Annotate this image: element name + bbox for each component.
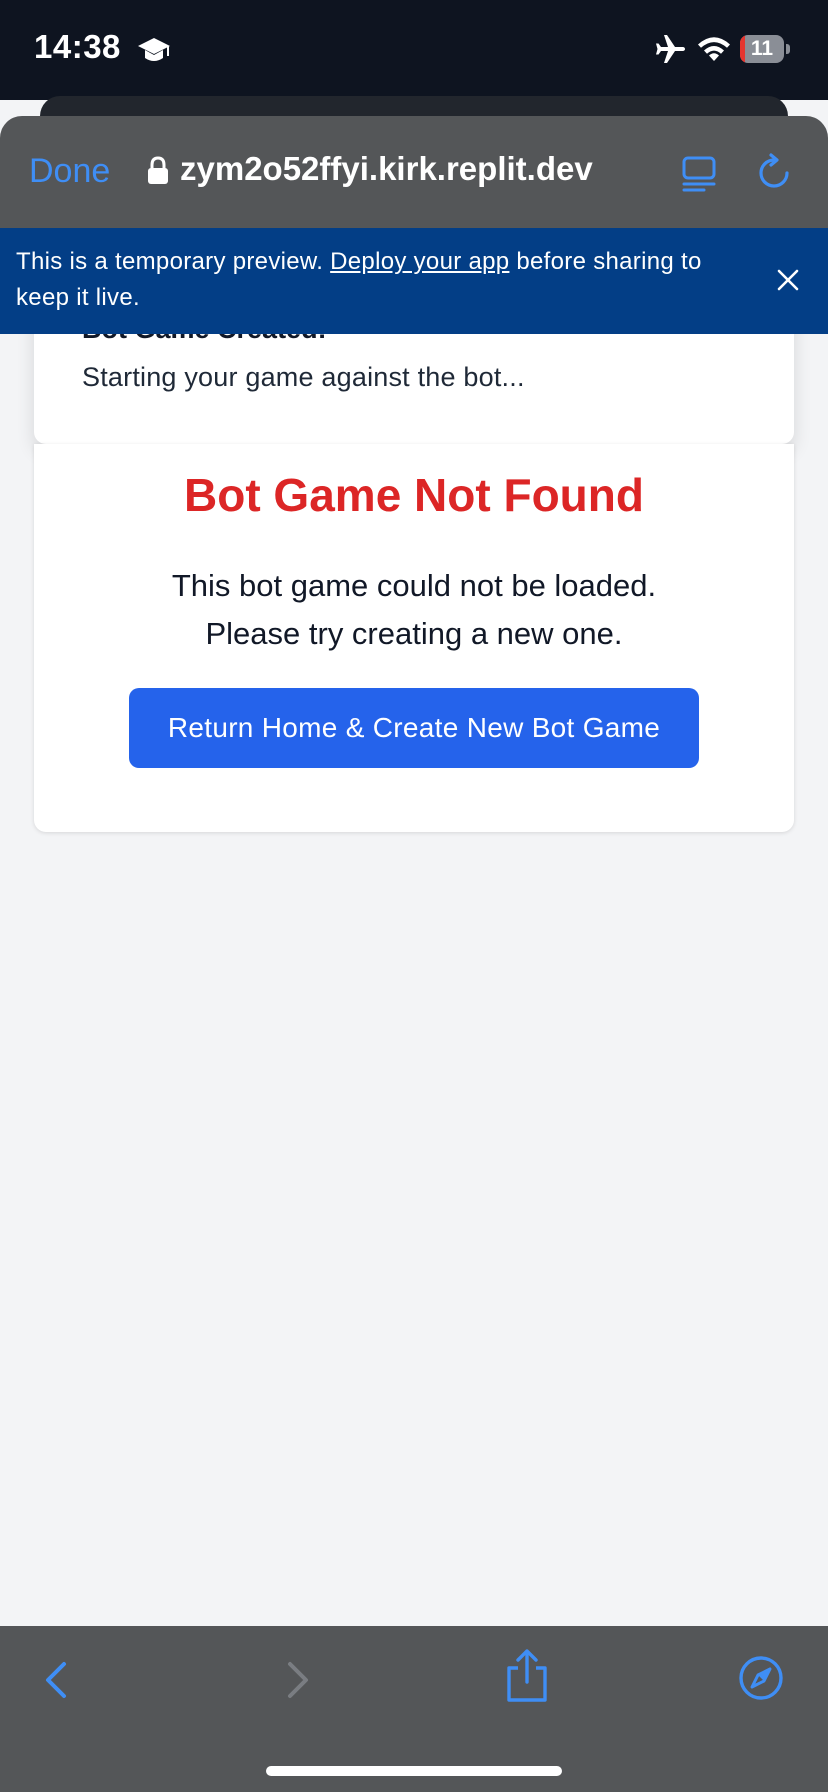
wifi-icon: [698, 37, 730, 61]
browser-toolbar: Done zym2o52ffyi.kirk.replit.dev: [0, 116, 828, 228]
error-message-line-1: This bot game could not be loaded.: [171, 568, 657, 603]
lock-icon: [148, 156, 168, 184]
error-message: This bot game could not be loaded. Pleas…: [34, 562, 794, 658]
temporary-preview-banner: This is a temporary preview. Deploy your…: [0, 228, 828, 334]
done-button[interactable]: Done: [29, 152, 110, 191]
status-time: 14:38: [34, 28, 121, 65]
error-title: Bot Game Not Found: [184, 469, 644, 521]
airplane-icon: [656, 35, 685, 63]
forward-icon[interactable]: [272, 1656, 320, 1704]
share-icon[interactable]: [503, 1648, 551, 1704]
return-home-button[interactable]: Return Home & Create New Bot Game: [129, 688, 699, 768]
back-icon[interactable]: [34, 1656, 82, 1704]
reader-mode-icon[interactable]: [680, 154, 718, 192]
compass-icon[interactable]: [737, 1654, 785, 1702]
reload-icon[interactable]: [754, 152, 794, 192]
toast-description: Starting your game against the bot...: [82, 362, 525, 392]
url-field[interactable]: zym2o52ffyi.kirk.replit.dev: [180, 150, 593, 188]
status-bar: 14:38 11: [0, 0, 828, 100]
close-icon[interactable]: [774, 266, 802, 294]
battery-icon: 11: [740, 35, 790, 63]
bottom-toolbar: [0, 1626, 828, 1792]
banner-text-before: This is a temporary preview.: [16, 248, 331, 275]
deploy-app-link[interactable]: Deploy your app: [330, 248, 509, 275]
banner-text: This is a temporary preview. Deploy your…: [16, 244, 756, 316]
error-message-line-2: Please try creating a new one.: [205, 616, 623, 651]
graduation-cap-icon: [138, 38, 170, 61]
home-indicator[interactable]: [266, 1766, 562, 1776]
error-card: Bot Game Not Found This bot game could n…: [34, 444, 794, 832]
battery-level: 11: [750, 37, 774, 60]
